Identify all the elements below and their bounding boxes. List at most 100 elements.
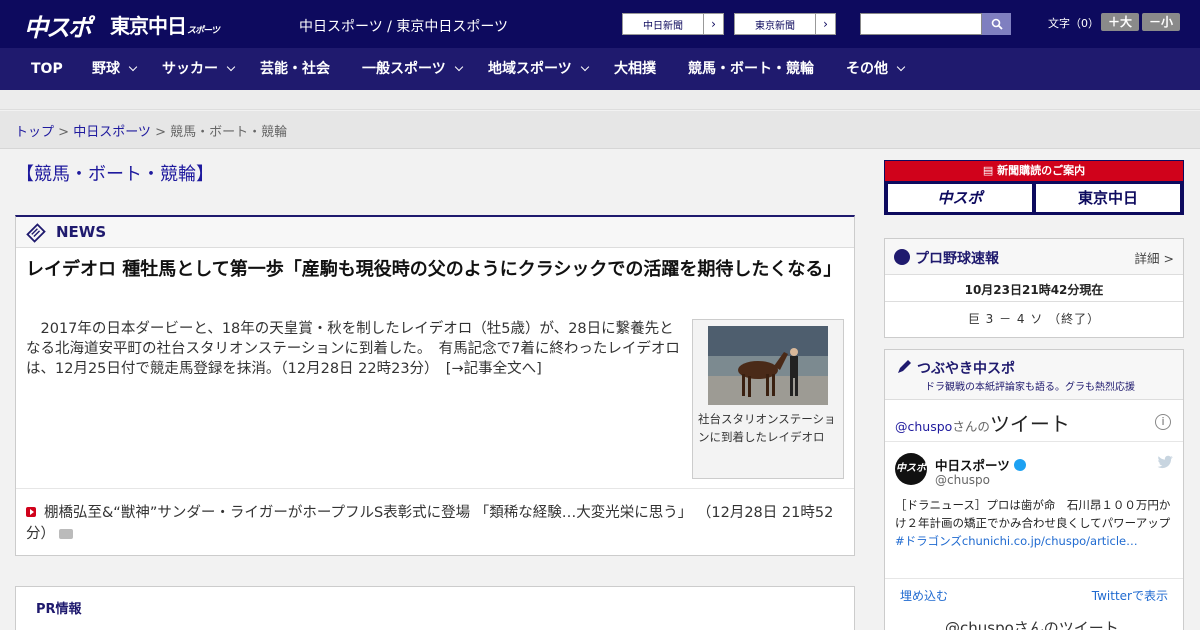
horse-photo-icon bbox=[708, 326, 828, 405]
divider bbox=[16, 488, 854, 489]
tweet-body: ［ドラニュース］プロは歯が命 石川昂１００万円かけ２年計画の矯正でかみ合わせ良く… bbox=[895, 498, 1171, 530]
nav-item-keiba[interactable]: 競馬・ボート・競輪 bbox=[688, 48, 814, 90]
chuspo-logo[interactable]: 中スポ bbox=[24, 8, 92, 43]
tweets-account: @chuspo bbox=[895, 419, 953, 434]
nav-item-soccer[interactable]: サッカー bbox=[162, 48, 236, 90]
newspaper-icon bbox=[26, 223, 46, 243]
twitter-bird-icon[interactable] bbox=[1157, 455, 1173, 469]
video-icon bbox=[26, 507, 36, 517]
main-nav: TOP 野球 サッカー 芸能・社会 一般スポーツ 地域スポーツ 大相撲 競馬・ボ… bbox=[0, 48, 1200, 90]
twitter-widget-subtitle: ドラ観戦の本紙評論家も語る。グラも熱烈応援 bbox=[925, 382, 1135, 393]
tokyo-shimbun-label: 東京新聞 bbox=[755, 20, 795, 32]
nav-label: 野球 bbox=[92, 61, 120, 77]
nav-label: 競馬・ボート・競輪 bbox=[688, 61, 814, 77]
chevron-down-icon bbox=[128, 62, 138, 72]
pen-icon bbox=[898, 360, 911, 373]
news-heading: NEWS bbox=[56, 223, 107, 241]
pro-baseball-header: プロ野球速報 詳細 > bbox=[885, 239, 1183, 275]
tweet-author-name[interactable]: 中日スポーツ bbox=[935, 455, 1026, 474]
camera-icon bbox=[59, 529, 73, 539]
newspaper-icon: ▤ bbox=[982, 164, 998, 177]
chevron-right-icon: › bbox=[703, 14, 723, 34]
nav-item-top[interactable]: TOP bbox=[31, 48, 63, 90]
tokyo-chunichi-logo[interactable]: 東京中日スポーツ bbox=[110, 10, 220, 39]
avatar[interactable]: 中スポ bbox=[895, 453, 927, 485]
news-photo-box[interactable]: 社台スタリオンステーションに到着したレイデオロ bbox=[692, 319, 844, 479]
baseball-icon bbox=[894, 249, 910, 265]
nav-label: 地域スポーツ bbox=[488, 61, 572, 77]
search-button[interactable] bbox=[982, 13, 1011, 35]
breadcrumb: トップ > 中日スポーツ > 競馬・ボート・競輪 bbox=[0, 111, 1200, 149]
font-size-label: 文字（0） bbox=[1048, 17, 1099, 30]
nav-item-baseball[interactable]: 野球 bbox=[92, 48, 138, 90]
chevron-down-icon bbox=[896, 62, 906, 72]
breadcrumb-top-link[interactable]: トップ bbox=[15, 125, 54, 140]
divider bbox=[885, 578, 1183, 579]
pro-baseball-score[interactable]: 巨 3 － 4 ソ （終了） bbox=[885, 310, 1183, 327]
nav-item-sumo[interactable]: 大相撲 bbox=[614, 48, 656, 90]
news-headline[interactable]: レイデオロ 種牡馬として第一歩「産駒も現役時の父のようにクラシックでの活躍を期待… bbox=[26, 257, 841, 283]
verified-icon bbox=[1013, 459, 1026, 471]
spacer-strip bbox=[0, 90, 1200, 110]
news-section: NEWS レイデオロ 種牡馬として第一歩「産駒も現役時の父のようにクラシックでの… bbox=[15, 215, 855, 556]
nav-label: その他 bbox=[846, 61, 888, 77]
nav-label: サッカー bbox=[162, 61, 218, 77]
pr-title: PR情報 bbox=[36, 602, 82, 617]
chevron-right-icon: › bbox=[815, 14, 835, 34]
font-larger-button[interactable]: ＋大 bbox=[1101, 13, 1139, 31]
chuspo-subscribe-logo[interactable]: 中スポ bbox=[888, 184, 1032, 212]
nav-item-other[interactable]: その他 bbox=[846, 48, 906, 90]
nav-item-entertainment[interactable]: 芸能・社会 bbox=[260, 48, 330, 90]
news-header: NEWS bbox=[16, 217, 854, 248]
page-title: 【競馬・ボート・競輪】 bbox=[16, 164, 214, 185]
news-lead[interactable]: 2017年の日本ダービーと、18年の天皇賞・秋を制したレイデオロ（牡5歳）が、2… bbox=[26, 319, 686, 379]
tweets-by-footer[interactable]: @chuspoさんのツイート bbox=[945, 617, 1119, 630]
nav-label: 一般スポーツ bbox=[362, 61, 446, 77]
breadcrumb-chunichi-link[interactable]: 中日スポーツ bbox=[73, 125, 151, 140]
divider bbox=[885, 301, 1183, 302]
tweet-link[interactable]: #ドラゴンズchunichi.co.jp/chuspo/article… bbox=[895, 534, 1138, 548]
tokyo-shimbun-link[interactable]: 東京新聞 › bbox=[734, 13, 836, 35]
tweets-by-heading[interactable]: @chuspoさんのツイート bbox=[895, 408, 1070, 437]
embed-link[interactable]: 埋め込む bbox=[900, 587, 948, 604]
nav-item-local-sports[interactable]: 地域スポーツ bbox=[488, 48, 589, 90]
info-icon[interactable]: i bbox=[1155, 414, 1171, 430]
subscription-banner-title: ▤ 新聞購読のご案内 bbox=[885, 161, 1183, 181]
site-header: 中スポ 東京中日スポーツ 中日スポーツ / 東京中日スポーツ 中日新聞 › 東京… bbox=[0, 0, 1200, 48]
tokyo-chunichi-subscribe-logo[interactable]: 東京中日 bbox=[1036, 184, 1180, 212]
chevron-down-icon bbox=[226, 62, 236, 72]
site-names[interactable]: 中日スポーツ / 東京中日スポーツ bbox=[299, 16, 508, 36]
chevron-down-icon bbox=[454, 62, 463, 72]
tweets-heading-big: ツイート bbox=[989, 412, 1070, 436]
search-input[interactable] bbox=[860, 13, 982, 35]
news-photo[interactable] bbox=[708, 326, 828, 405]
breadcrumb-separator: > bbox=[54, 125, 74, 140]
tokyo-chunichi-logo-small: スポーツ bbox=[187, 26, 220, 36]
pro-baseball-detail-link[interactable]: 詳細 > bbox=[1135, 248, 1174, 267]
nav-label: TOP bbox=[31, 61, 63, 77]
twitter-widget-header: つぶやき中スポ ドラ観戦の本紙評論家も語る。グラも熱烈応援 bbox=[885, 350, 1183, 400]
nav-item-general-sports[interactable]: 一般スポーツ bbox=[362, 48, 463, 90]
pr-section: PR情報 bbox=[15, 586, 855, 630]
tweet-author-handle[interactable]: @chuspo bbox=[935, 473, 990, 487]
divider bbox=[885, 441, 1183, 442]
sub-news-item[interactable]: 棚橋弘至&“獣神”サンダー・ライガーがホープフルS表彰式に登場 「類稀な経験…大… bbox=[26, 503, 846, 545]
chunichi-shimbun-link[interactable]: 中日新聞 › bbox=[622, 13, 724, 35]
tweet-text[interactable]: ［ドラニュース］プロは歯が命 石川昂１００万円かけ２年計画の矯正でかみ合わせ良く… bbox=[895, 496, 1175, 550]
tokyo-chunichi-logo-text: 東京中日 bbox=[110, 14, 187, 38]
pro-baseball-time: 10月23日21時42分現在 bbox=[964, 283, 1104, 297]
tweet-author-name-text: 中日スポーツ bbox=[935, 458, 1010, 473]
search-icon bbox=[991, 18, 1003, 30]
tweets-account-suffix: さんの bbox=[952, 419, 990, 434]
subscription-banner[interactable]: ▤ 新聞購読のご案内 中スポ 東京中日 bbox=[884, 160, 1184, 215]
sub-news-text: 棚橋弘至&“獣神”サンダー・ライガーがホープフルS表彰式に登場 「類稀な経験…大… bbox=[26, 505, 834, 542]
view-on-twitter-link[interactable]: Twitterで表示 bbox=[1092, 587, 1168, 604]
nav-label: 芸能・社会 bbox=[260, 61, 330, 77]
chevron-down-icon bbox=[580, 62, 589, 72]
pro-baseball-title: プロ野球速報 bbox=[915, 251, 999, 267]
photo-caption: 社台スタリオンステーションに到着したレイデオロ bbox=[698, 412, 836, 444]
twitter-widget: つぶやき中スポ ドラ観戦の本紙評論家も語る。グラも熱烈応援 @chuspoさんの… bbox=[884, 349, 1184, 630]
subscription-banner-label: 新聞購読のご案内 bbox=[997, 164, 1086, 177]
pro-baseball-widget: プロ野球速報 詳細 > 10月23日21時42分現在 巨 3 － 4 ソ （終了… bbox=[884, 238, 1184, 338]
font-smaller-button[interactable]: －小 bbox=[1142, 13, 1180, 31]
